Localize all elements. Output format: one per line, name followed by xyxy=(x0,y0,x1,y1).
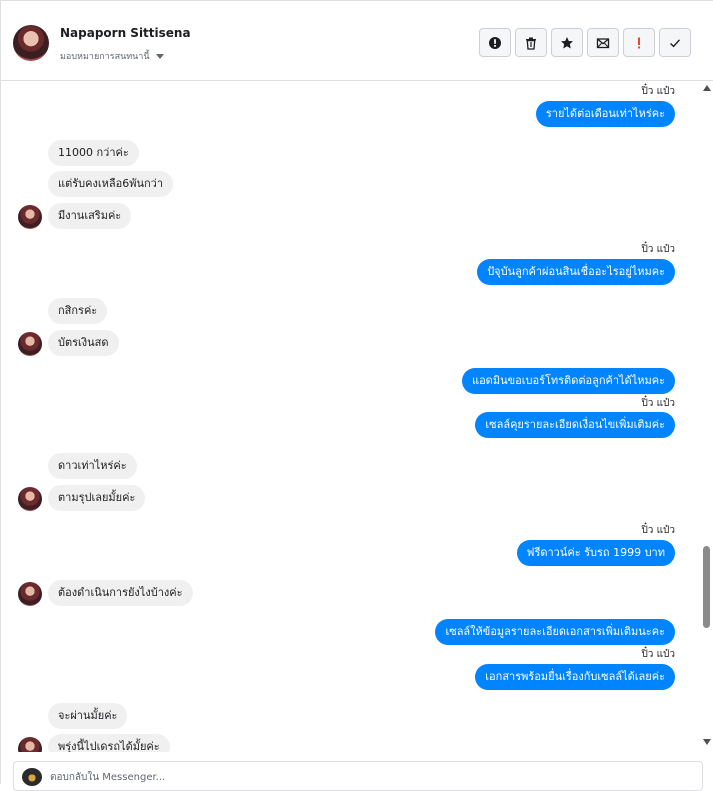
message-list[interactable]: ปิ๋ว แป๋ว รายได้ต่อเดือนเท่าไหร่คะ 11000… xyxy=(1,82,698,752)
contact-name[interactable]: Napaporn Sittisena xyxy=(60,26,191,40)
trash-icon xyxy=(526,37,536,50)
sender-label: ปิ๋ว แป๋ว xyxy=(641,86,675,97)
sender-label: ปิ๋ว แป๋ว xyxy=(641,525,675,536)
sender-label: ปิ๋ว แป๋ว xyxy=(641,398,675,409)
contact-avatar-small xyxy=(18,332,42,356)
incoming-message[interactable]: ต้องดำเนินการยังไงบ้างค่ะ xyxy=(48,580,193,606)
done-button[interactable] xyxy=(659,28,691,57)
assign-conversation-dropdown[interactable]: มอบหมายการสนทนานี้ xyxy=(60,49,164,63)
page-avatar xyxy=(22,768,42,786)
reply-composer[interactable] xyxy=(13,761,703,791)
incoming-message[interactable]: พรุ่งนี้ไปเดรถได้มั้ยค่ะ xyxy=(48,734,170,752)
scrollbar-thumb[interactable] xyxy=(703,546,710,628)
incoming-message[interactable]: ตามรุปเลยมั้ยค่ะ xyxy=(48,485,146,511)
incoming-message[interactable]: มีงานเสริมค่ะ xyxy=(48,203,132,229)
incoming-message[interactable]: ดาวเท่าไหร่ค่ะ xyxy=(48,453,137,479)
outgoing-message[interactable]: ปัจุบันลูกค้าผ่อนสินเชื่ออะไรอยู่ไหมคะ xyxy=(477,259,675,285)
star-button[interactable] xyxy=(551,28,583,57)
messenger-conversation-panel: Napaporn Sittisena มอบหมายการสนทนานี้ ปิ… xyxy=(0,0,713,791)
scroll-down-arrow-icon[interactable] xyxy=(703,739,711,745)
incoming-message[interactable]: กสิกรค่ะ xyxy=(48,298,108,324)
contact-avatar[interactable] xyxy=(13,25,49,61)
sender-label: ปิ๋ว แป๋ว xyxy=(641,649,675,660)
contact-avatar-small xyxy=(18,487,42,511)
contact-avatar-small xyxy=(18,205,42,229)
mark-unread-button[interactable] xyxy=(587,28,619,57)
incoming-message[interactable]: จะผ่านมั้ยค่ะ xyxy=(48,703,128,729)
spam-button[interactable] xyxy=(479,28,511,57)
incoming-message[interactable]: บัตรเงินสด xyxy=(48,330,119,356)
incoming-message[interactable]: แต่รับคงเหลือ6พันกว่า xyxy=(48,171,173,197)
incoming-message[interactable]: 11000 กว่าค่ะ xyxy=(48,140,139,166)
outgoing-message[interactable]: เอกสารพร้อมยื่นเรื่องกับเซลล์ได้เลยค่ะ xyxy=(475,664,675,690)
contact-avatar-small xyxy=(18,737,42,752)
outgoing-message[interactable]: แอดมินขอเบอร์โทรติดต่อลูกค้าได้ไหมคะ xyxy=(461,368,675,394)
scroll-up-arrow-icon[interactable] xyxy=(703,85,711,91)
reply-input[interactable] xyxy=(50,768,690,786)
assign-conversation-label: มอบหมายการสนทนานี้ xyxy=(60,52,150,62)
check-icon xyxy=(670,38,681,47)
mark-unread-icon xyxy=(596,37,610,48)
chevron-down-icon xyxy=(155,53,164,59)
sender-label: ปิ๋ว แป๋ว xyxy=(641,244,675,255)
conversation-header: Napaporn Sittisena มอบหมายการสนทนานี้ xyxy=(1,1,713,81)
contact-avatar-small xyxy=(18,582,42,606)
exclamation-icon xyxy=(638,37,640,48)
message-scrollbar[interactable] xyxy=(699,82,713,752)
star-icon xyxy=(561,36,573,48)
outgoing-message[interactable]: ฟรีดาวน์ค่ะ รับรถ 1999 บาท xyxy=(516,540,675,566)
alert-circle-icon xyxy=(489,36,501,49)
outgoing-message[interactable]: เซลล์คุยรายละเอียดเงื่อนไขเพิ่มเติมค่ะ xyxy=(475,412,675,438)
outgoing-message[interactable]: เซลล์ให้ข้อมูลรายละเอียดเอกสารเพิ่มเติมน… xyxy=(435,619,675,645)
outgoing-message[interactable]: รายได้ต่อเดือนเท่าไหร่คะ xyxy=(535,101,675,127)
flag-button[interactable] xyxy=(623,28,655,57)
delete-button[interactable] xyxy=(515,28,547,57)
